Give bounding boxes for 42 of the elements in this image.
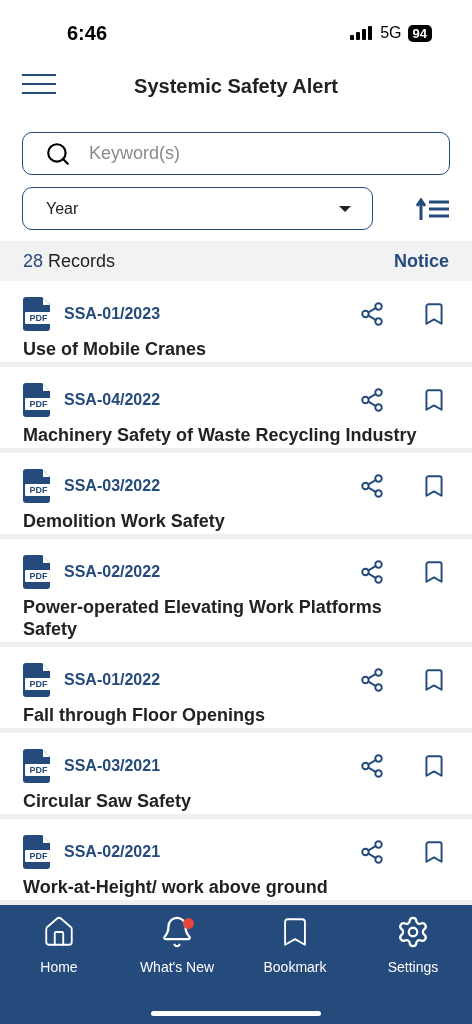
record-code[interactable]: SSA-02/2021: [64, 840, 349, 864]
sort-button[interactable]: [416, 196, 450, 221]
record-title: Power-operated Elevating Work Platforms Safety: [23, 596, 383, 640]
tab-item[interactable]: Home: [0, 915, 118, 978]
search-icon: [45, 140, 71, 167]
record-code[interactable]: SSA-04/2022: [64, 388, 349, 412]
share-button[interactable]: [359, 839, 385, 865]
year-dropdown[interactable]: Year: [22, 187, 373, 230]
status-time: 6:46: [67, 21, 108, 46]
tab-item[interactable]: What's New: [118, 915, 236, 978]
record-code[interactable]: SSA-03/2021: [64, 754, 349, 778]
record-title: Machinery Safety of Waste Recycling Industry: [23, 424, 418, 446]
tab-item[interactable]: Settings: [354, 915, 472, 978]
settings-icon: [396, 915, 430, 949]
bell-icon: [160, 915, 194, 949]
network-label: 5G: [380, 23, 402, 43]
notice-link[interactable]: Notice: [394, 247, 449, 275]
page-title: Systemic Safety Alert: [134, 74, 338, 99]
record-count: 28 Records: [23, 249, 116, 273]
record-code[interactable]: SSA-03/2022: [64, 474, 349, 498]
record-title: Circular Saw Safety: [23, 790, 193, 812]
record-code[interactable]: SSA-01/2022: [64, 668, 349, 692]
tab-item[interactable]: Bookmark: [236, 915, 354, 978]
share-button[interactable]: [359, 473, 385, 499]
signal-icon: [350, 26, 375, 40]
record-title: Work-at-Height/ work above ground: [23, 876, 329, 898]
battery-level: 94: [407, 24, 432, 42]
home-icon: [42, 915, 76, 949]
menu-button[interactable]: [22, 74, 56, 94]
search-field[interactable]: Keyword(s): [22, 132, 450, 175]
share-button[interactable]: [359, 667, 385, 693]
record-code[interactable]: SSA-02/2022: [64, 560, 349, 584]
record-title: Fall through Floor Openings: [23, 704, 266, 726]
record-title: Use of Mobile Cranes: [23, 338, 208, 360]
record-title: Demolition Work Safety: [23, 510, 226, 532]
share-button[interactable]: [359, 387, 385, 413]
caret-icon: [339, 205, 351, 212]
keyword-input[interactable]: Keyword(s): [89, 140, 449, 167]
share-button[interactable]: [359, 753, 385, 779]
record-code[interactable]: SSA-01/2023: [64, 302, 349, 326]
share-button[interactable]: [359, 559, 385, 585]
share-button[interactable]: [359, 301, 385, 327]
